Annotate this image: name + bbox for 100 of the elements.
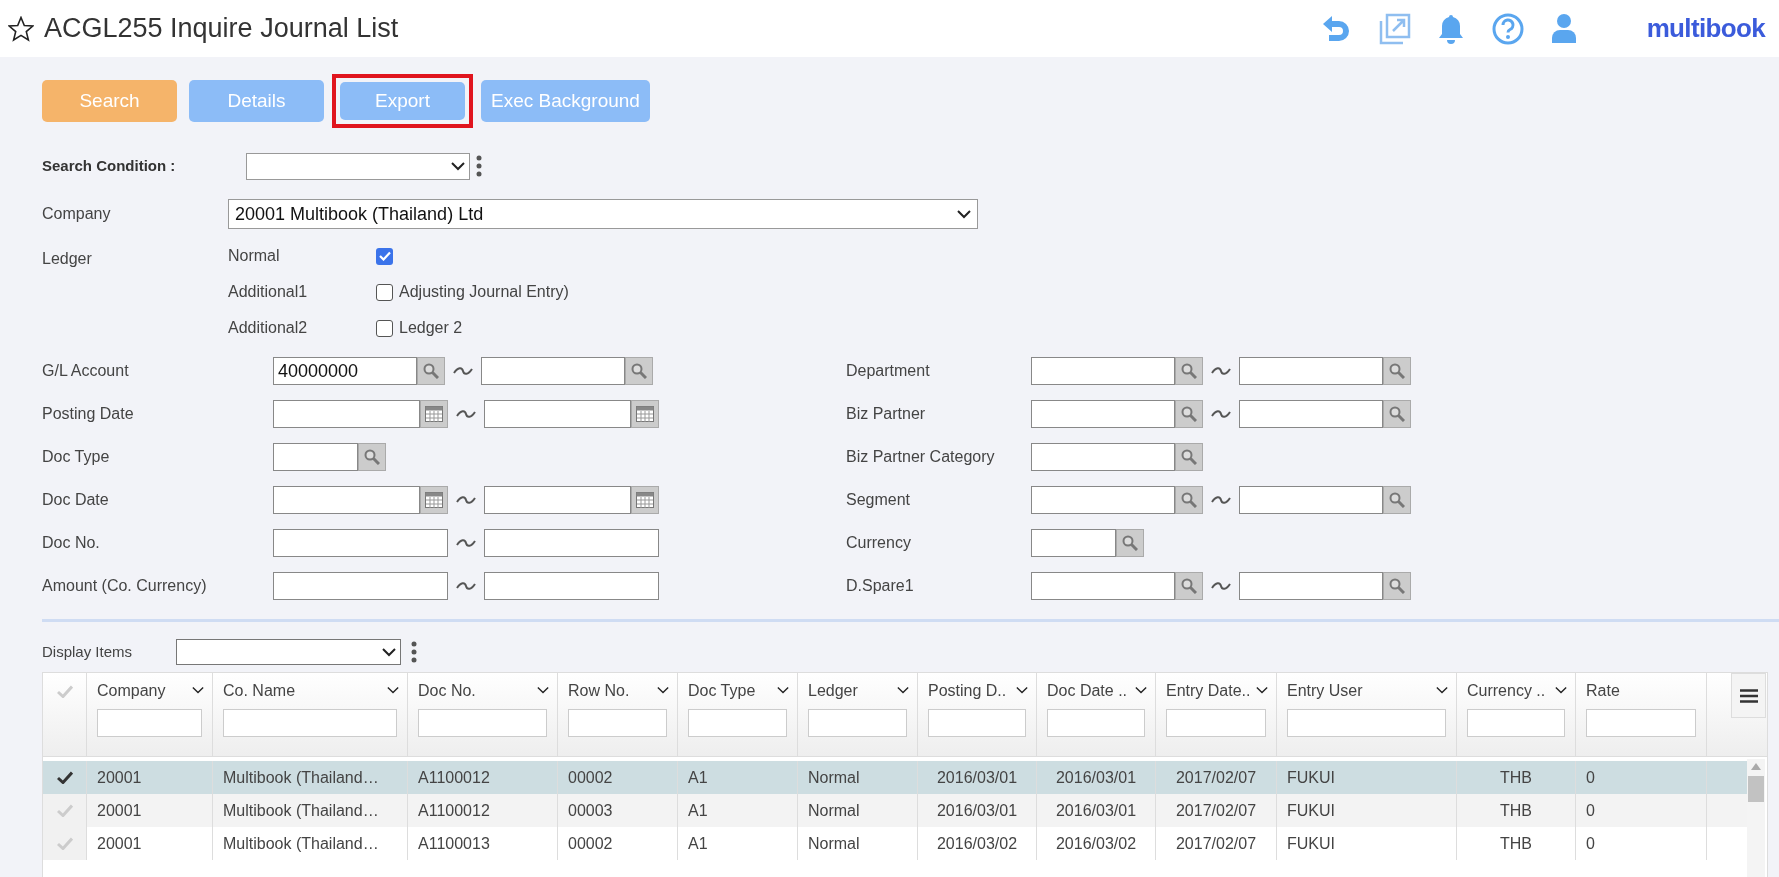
input-field[interactable] [484, 572, 659, 600]
column-header[interactable]: Co. Name [223, 679, 296, 703]
filter-field[interactable] [1287, 709, 1446, 737]
input-field[interactable] [1031, 572, 1175, 600]
row-check-icon[interactable] [56, 771, 73, 784]
calendar-button[interactable] [420, 400, 448, 428]
calendar-icon [636, 406, 654, 422]
input-field[interactable] [1239, 357, 1383, 385]
checkbox[interactable] [376, 247, 393, 265]
input-field[interactable] [481, 357, 625, 385]
column-header[interactable]: Currency .. [1467, 679, 1546, 703]
column-header[interactable]: Company [97, 679, 166, 703]
input-field[interactable] [484, 486, 631, 514]
tilde-icon [1211, 367, 1231, 375]
filter-field[interactable] [1467, 709, 1565, 737]
filter-field[interactable] [1047, 709, 1145, 737]
lookup-button[interactable] [1175, 443, 1203, 471]
input-field[interactable] [1031, 357, 1175, 385]
table-cell: THB [1457, 827, 1576, 860]
company-select[interactable]: 20001 Multibook (Thailand) Ltd [228, 199, 978, 229]
filter-field[interactable] [418, 709, 547, 737]
input-field[interactable] [484, 400, 631, 428]
column-header[interactable]: Entry Date.. [1166, 679, 1251, 703]
expand-window-icon[interactable] [1378, 12, 1411, 45]
column-header[interactable]: Rate [1586, 679, 1620, 703]
checkbox[interactable] [376, 319, 393, 337]
bell-icon[interactable] [1436, 12, 1465, 45]
filter-field[interactable] [97, 709, 202, 737]
input-field[interactable]: 40000000 [273, 357, 417, 385]
column-header[interactable]: Doc Type [688, 679, 756, 703]
input-field[interactable] [273, 486, 420, 514]
sort-chevron-icon [537, 685, 549, 695]
input-field[interactable] [1031, 443, 1175, 471]
sort-chevron-icon [897, 685, 909, 695]
search-icon [1181, 578, 1197, 594]
scrollbar[interactable] [1747, 759, 1765, 877]
help-icon[interactable] [1490, 11, 1525, 46]
more-options-icon[interactable] [476, 154, 482, 178]
search-icon [1389, 578, 1405, 594]
input-field[interactable] [1031, 529, 1116, 557]
filter-field[interactable] [1166, 709, 1266, 737]
column-header[interactable]: Ledger [808, 679, 858, 703]
column-header[interactable]: Doc No. [418, 679, 476, 703]
search-icon [1389, 492, 1405, 508]
scroll-up-icon[interactable] [1751, 763, 1761, 770]
user-icon[interactable] [1550, 12, 1577, 45]
lookup-button[interactable] [1383, 572, 1411, 600]
input-field[interactable] [273, 572, 448, 600]
field-label: Currency [846, 533, 912, 553]
input-field[interactable] [1239, 486, 1383, 514]
option-label: Additional2 [228, 318, 309, 338]
filter-field[interactable] [1586, 709, 1696, 737]
calendar-button[interactable] [420, 486, 448, 514]
page-title: ACGL255 Inquire Journal List [44, 12, 399, 46]
lookup-button[interactable] [625, 357, 653, 385]
lookup-button[interactable] [1116, 529, 1144, 557]
checkbox[interactable] [376, 283, 393, 301]
lookup-button[interactable] [1383, 400, 1411, 428]
option-label: Normal [228, 246, 281, 266]
input-field[interactable] [273, 529, 448, 557]
filter-field[interactable] [808, 709, 907, 737]
search-condition-select[interactable] [246, 152, 470, 180]
calendar-button[interactable] [631, 400, 659, 428]
input-field[interactable] [1239, 400, 1383, 428]
filter-field[interactable] [568, 709, 667, 737]
tilde-icon [456, 539, 476, 547]
search-icon [1181, 492, 1197, 508]
input-field[interactable] [273, 443, 358, 471]
lookup-button[interactable] [1175, 486, 1203, 514]
lookup-button[interactable] [1175, 572, 1203, 600]
column-header[interactable]: Entry User [1287, 679, 1363, 703]
display-items-select[interactable] [176, 639, 401, 665]
filter-field[interactable] [688, 709, 787, 737]
lookup-button[interactable] [417, 357, 445, 385]
column-header[interactable]: Row No. [568, 679, 630, 703]
lookup-button[interactable] [1383, 357, 1411, 385]
input-field[interactable] [1031, 486, 1175, 514]
column-menu-button[interactable] [1731, 673, 1766, 718]
more-options-icon[interactable] [411, 640, 417, 664]
calendar-icon [425, 406, 443, 422]
sort-chevron-icon [387, 685, 399, 695]
filter-field[interactable] [223, 709, 397, 737]
calendar-button[interactable] [631, 486, 659, 514]
chevron-down-icon [451, 161, 465, 171]
lookup-button[interactable] [1175, 400, 1203, 428]
input-field[interactable] [1031, 400, 1175, 428]
input-field[interactable] [484, 529, 659, 557]
filter-field[interactable] [928, 709, 1026, 737]
input-field[interactable] [1239, 572, 1383, 600]
scrollbar-thumb[interactable] [1748, 776, 1764, 802]
input-field[interactable] [273, 400, 420, 428]
select-all-check-icon[interactable] [56, 685, 73, 698]
lookup-button[interactable] [1383, 486, 1411, 514]
lookup-button[interactable] [358, 443, 386, 471]
star-icon[interactable] [8, 15, 34, 42]
table-cell: A1100013 [408, 827, 558, 860]
column-header[interactable]: Posting D.. [928, 679, 1007, 703]
lookup-button[interactable] [1175, 357, 1203, 385]
column-header[interactable]: Doc Date .. [1047, 679, 1128, 703]
tilde-icon [1211, 582, 1231, 590]
